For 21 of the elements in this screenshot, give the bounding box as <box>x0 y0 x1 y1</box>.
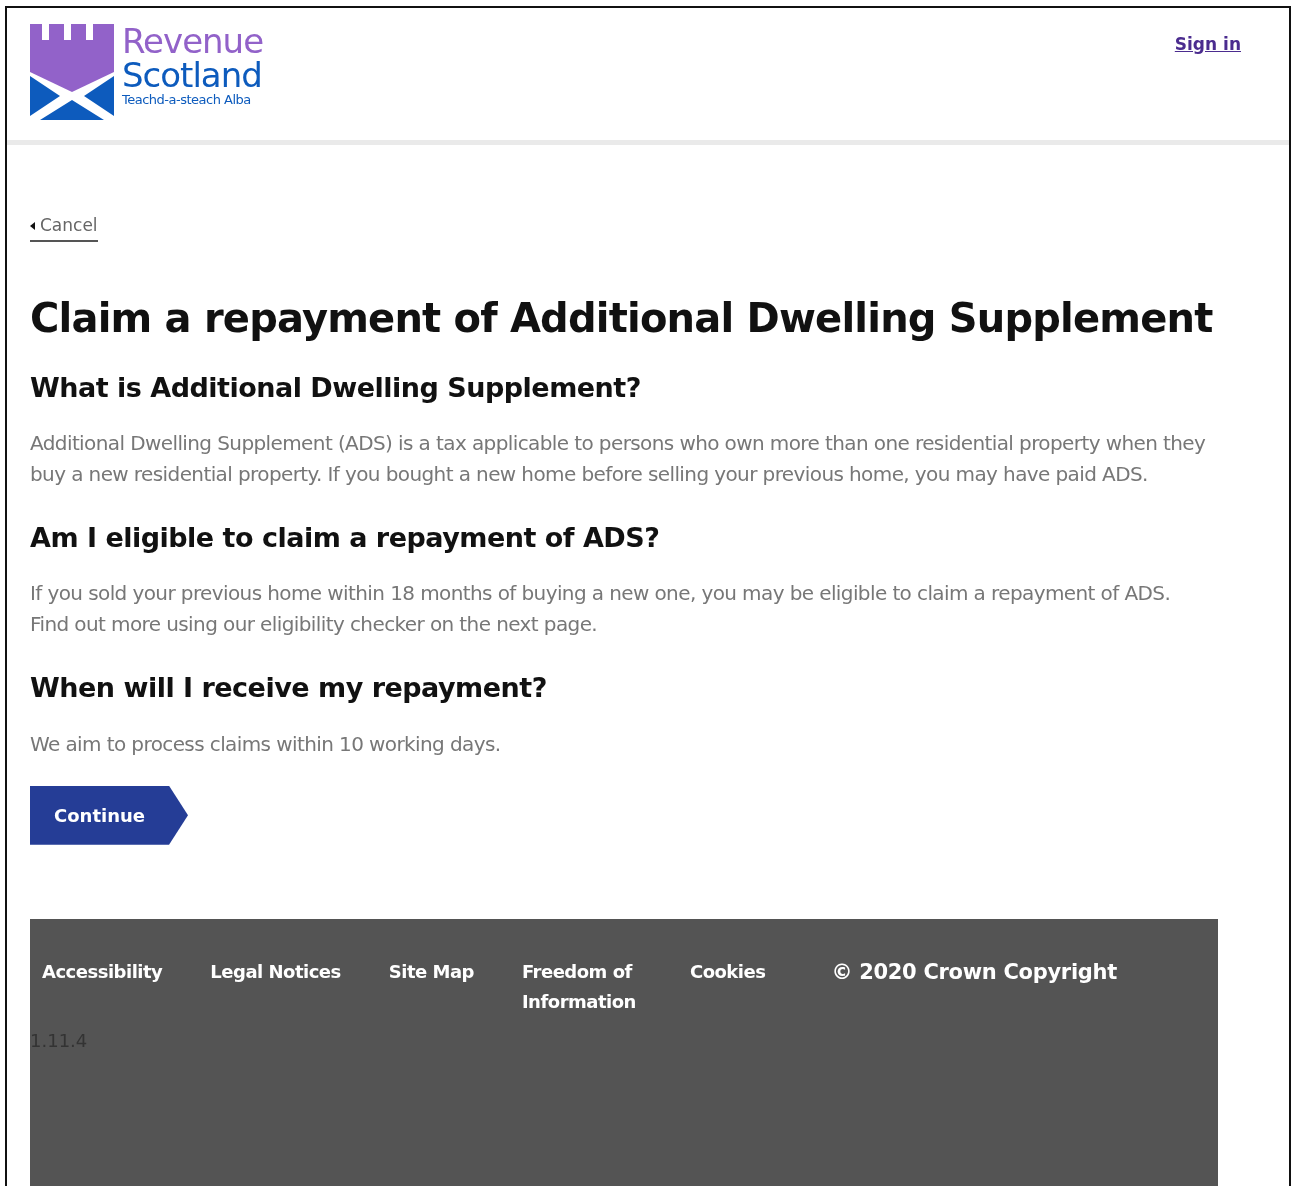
sign-in-link[interactable]: Sign in <box>1174 32 1241 140</box>
footer-link[interactable]: Cookies <box>689 956 766 987</box>
continue-button[interactable]: Continue <box>30 785 188 845</box>
caret-icon <box>30 221 35 230</box>
logo-text: Revenue <box>122 24 264 58</box>
section-heading: What is Additional Dwelling Supplement? <box>30 371 642 404</box>
paragraph: We aim to process claims within 10 working days. <box>30 730 502 758</box>
logo-icon <box>30 24 114 120</box>
paragraph: Additional Dwelling Supplement (ADS) is a tax applicable to persons who own more than one residential property when they buy a new residential property. If you bought a new home before selling your previous home, you may have paid ADS. <box>30 429 1207 488</box>
footer-link[interactable]: Accessibility <box>42 956 163 987</box>
footer-link[interactable]: Legal Notices <box>210 956 341 987</box>
section-heading: When will I receive my repayment? <box>30 672 548 705</box>
section-heading: Am I eligible to claim a repayment of ADS? <box>30 521 661 555</box>
cancel-link[interactable]: Cancel <box>30 213 98 242</box>
copyright-text: © 2020 Crown Copyright <box>831 958 1117 986</box>
page-title: Claim a repayment of Additional Dwelling Supplement <box>30 293 1214 342</box>
footer-link[interactable]: Freedom of Information <box>521 956 642 1017</box>
logo-tagline: Teachd-a-steach Alba <box>122 93 252 106</box>
footer-link[interactable]: Site Map <box>388 956 474 987</box>
paragraph: If you sold your previous home within 18 months of buying a new one, you may be eligible to claim a repayment of ADS. Find out more using our eligibility checker on the next page. <box>30 580 1172 639</box>
logo-text: Scotland <box>122 58 263 92</box>
